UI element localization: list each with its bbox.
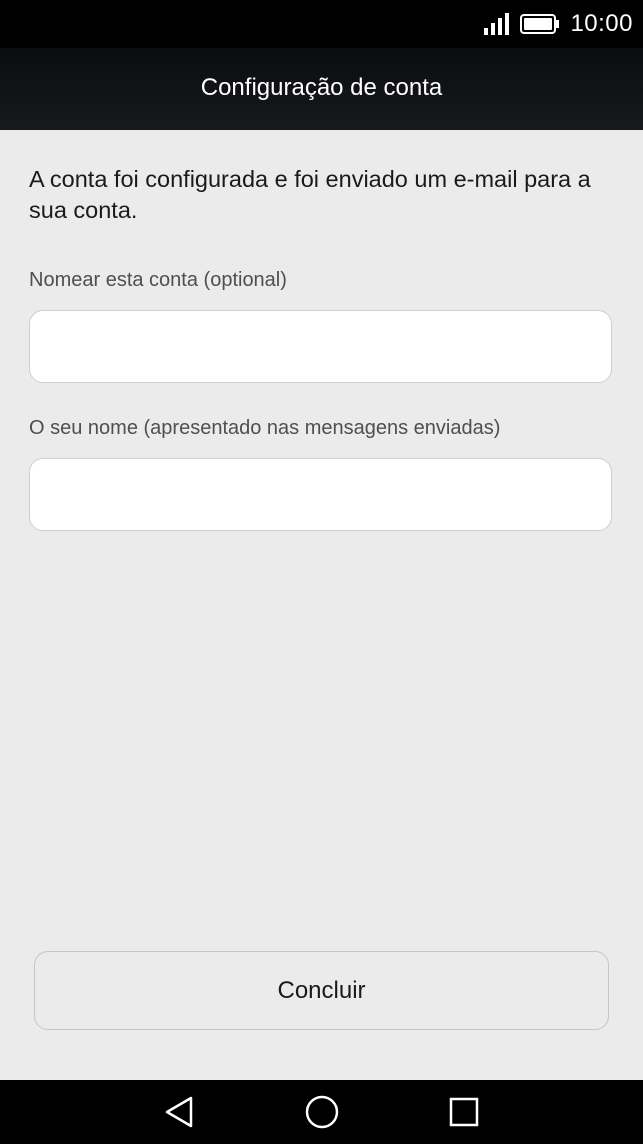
done-button[interactable]: Concluir	[34, 951, 609, 1030]
account-setup-form: A conta foi configurada e foi enviado um…	[29, 130, 614, 531]
account-name-label: Nomear esta conta (optional)	[29, 269, 287, 291]
navigation-bar	[0, 1080, 643, 1144]
recents-button[interactable]	[444, 1092, 484, 1132]
back-icon	[165, 1096, 193, 1128]
your-name-input[interactable]	[29, 458, 612, 531]
your-name-label: O seu nome (apresentado nas mensagens en…	[29, 417, 501, 439]
app-bar: Configuração de conta	[0, 48, 643, 130]
back-button[interactable]	[159, 1092, 199, 1132]
status-icons: 10:00	[484, 0, 633, 48]
recents-icon	[449, 1097, 479, 1127]
page-title: Configuração de conta	[200, 74, 443, 101]
home-icon	[305, 1095, 339, 1129]
signal-icon	[484, 13, 510, 35]
status-bar: 10:00	[0, 0, 643, 48]
account-name-input[interactable]	[29, 310, 612, 383]
status-clock: 10:00	[570, 10, 633, 37]
home-button[interactable]	[302, 1092, 342, 1132]
battery-icon	[520, 14, 560, 34]
setup-message: A conta foi configurada e foi enviado um…	[29, 166, 591, 223]
